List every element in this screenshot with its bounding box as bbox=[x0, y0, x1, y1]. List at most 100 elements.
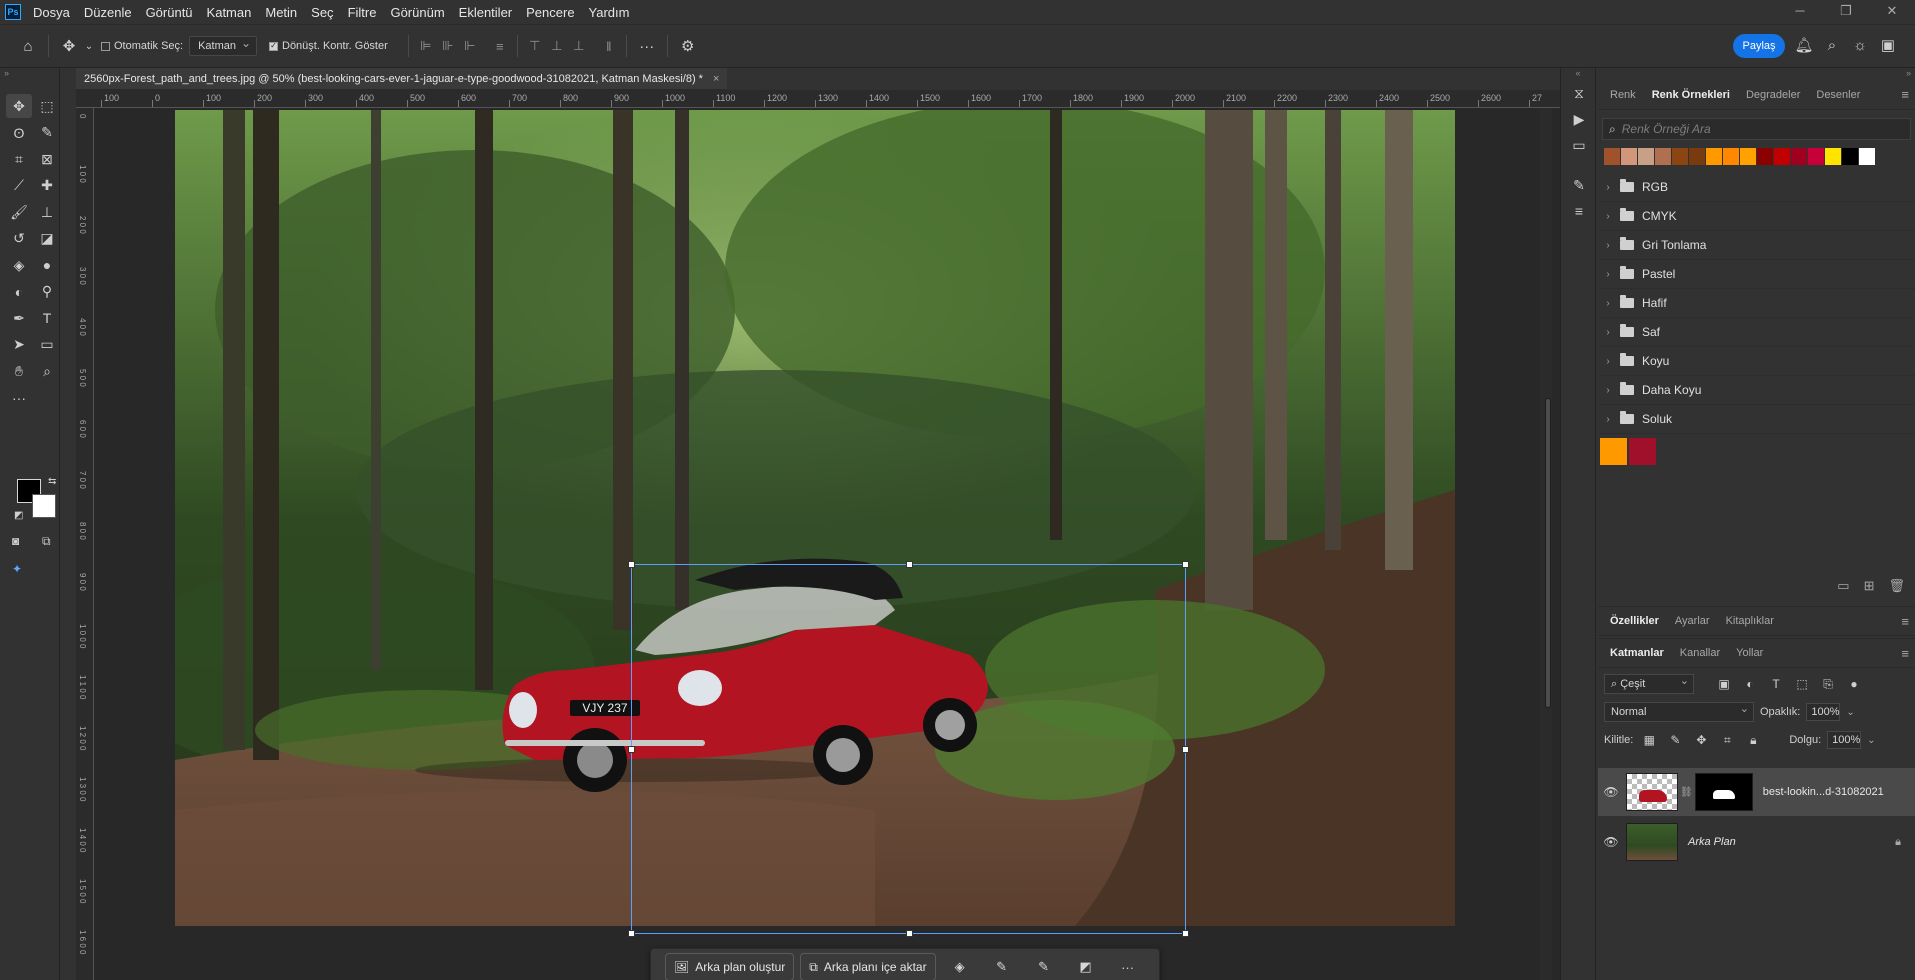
history-brush-icon[interactable]: ↺ bbox=[6, 227, 32, 251]
more-options-icon[interactable]: ··· bbox=[633, 32, 661, 60]
close-window-icon[interactable]: ✕ bbox=[1869, 0, 1915, 24]
swatch-group[interactable]: › RGB bbox=[1598, 173, 1915, 202]
color-swatch[interactable] bbox=[1740, 148, 1757, 165]
color-swatch[interactable] bbox=[1774, 148, 1791, 165]
layer-mask-thumbnail[interactable] bbox=[1694, 773, 1753, 811]
generate-background-button[interactable]: 🖼︎ Arka plan oluştur bbox=[665, 953, 795, 980]
menu-goruntu[interactable]: Görüntü bbox=[139, 5, 200, 20]
vertical-ruler[interactable]: 0 1 0 0 2 0 0 3 0 0 4 0 0 5 0 0 6 0 0 7 0 0 8 0 … bbox=[76, 108, 94, 980]
color-swatch[interactable] bbox=[1808, 148, 1825, 165]
color-swatch[interactable] bbox=[1825, 148, 1842, 165]
checkbox-box-checked[interactable]: ✓ bbox=[269, 41, 278, 51]
comment-icon[interactable]: ▭ bbox=[1561, 132, 1597, 158]
panel-menu-icon[interactable]: ≡ bbox=[1901, 614, 1909, 629]
align-bottom-icon[interactable]: ⊥ bbox=[568, 35, 590, 57]
color-swatch[interactable] bbox=[1791, 148, 1808, 165]
mask-icon[interactable]: ◩ bbox=[1068, 953, 1104, 980]
pixel-filter-icon[interactable]: ▣ bbox=[1714, 677, 1734, 691]
chevron-down-icon[interactable]: ⌄ bbox=[1846, 707, 1854, 718]
document-tab[interactable]: 2560px-Forest_path_and_trees.jpg @ 50% (… bbox=[76, 68, 728, 90]
fill-bucket-icon[interactable]: ◈ bbox=[942, 953, 978, 980]
tab-ozellikler[interactable]: Özellikler bbox=[1602, 604, 1667, 638]
paint-bucket-icon[interactable]: ◈ bbox=[6, 253, 32, 277]
blend-mode-select[interactable]: Normal bbox=[1604, 700, 1754, 722]
lightbulb-icon[interactable]: ☼ bbox=[1847, 33, 1873, 59]
tab-ayarlar[interactable]: Ayarlar bbox=[1667, 604, 1718, 638]
transform-handle[interactable] bbox=[1182, 746, 1189, 753]
lock-artboard-icon[interactable]: ⌗ bbox=[1717, 733, 1737, 748]
more-tools-icon[interactable]: ··· bbox=[6, 386, 32, 410]
adjustments-icon[interactable]: ≡ bbox=[1561, 198, 1597, 224]
filter-toggle-icon[interactable]: ● bbox=[1844, 677, 1864, 691]
home-icon[interactable]: ⌂ bbox=[14, 32, 42, 60]
fill-input[interactable]: 100% bbox=[1827, 731, 1862, 749]
chevron-right-icon[interactable]: › bbox=[1598, 240, 1618, 251]
move-tool-icon[interactable]: ✥ bbox=[55, 32, 83, 60]
layer-thumbnail[interactable] bbox=[1626, 773, 1678, 811]
swatch-group[interactable]: › Daha Koyu bbox=[1598, 376, 1915, 405]
menu-katman[interactable]: Katman bbox=[200, 5, 259, 20]
color-swatch[interactable] bbox=[1638, 148, 1655, 165]
workspace-icon[interactable]: ▣ bbox=[1875, 33, 1901, 59]
chevron-down-icon[interactable]: ⌄ bbox=[1867, 735, 1875, 746]
share-button[interactable]: Paylaş bbox=[1733, 34, 1785, 58]
align-top-icon[interactable]: ⊤ bbox=[524, 35, 546, 57]
collapse-icon[interactable]: » bbox=[4, 68, 9, 78]
menu-yardim[interactable]: Yardım bbox=[582, 5, 637, 20]
color-swatch[interactable] bbox=[1689, 148, 1706, 165]
default-colors-icon[interactable]: ◩ bbox=[14, 510, 23, 521]
smart-object-filter-icon[interactable]: ⎘ bbox=[1818, 677, 1838, 692]
chevron-right-icon[interactable]: › bbox=[1598, 414, 1618, 425]
color-swatch[interactable] bbox=[1600, 438, 1627, 465]
horizontal-ruler[interactable]: 100 0 100 200 300 400 500 600 700 800 900 1000 1100 1… bbox=[76, 90, 1572, 108]
more-icon[interactable]: ··· bbox=[1110, 953, 1146, 980]
layer-name[interactable]: Arka Plan bbox=[1688, 836, 1736, 848]
checkbox-box[interactable] bbox=[101, 41, 110, 51]
eye-icon[interactable]: 👁︎ bbox=[1598, 835, 1624, 849]
transform-handle[interactable] bbox=[1182, 561, 1189, 568]
eye-icon[interactable]: 👁︎ bbox=[1598, 785, 1624, 799]
transform-handle[interactable] bbox=[906, 930, 913, 937]
canvas-area[interactable]: VJY 237 🖼︎ Arka plan oluştur ⧉ Arka plan… bbox=[94, 108, 1572, 980]
chevron-right-icon[interactable]: › bbox=[1598, 356, 1618, 367]
color-swatch[interactable] bbox=[1706, 148, 1723, 165]
history-icon[interactable]: ⧖ bbox=[1561, 80, 1597, 106]
swatch-group[interactable]: › CMYK bbox=[1598, 202, 1915, 231]
chevron-down-icon[interactable]: ⌄ bbox=[83, 32, 95, 60]
lasso-tool-icon[interactable]: ʘ bbox=[6, 121, 32, 145]
rectangle-tool-icon[interactable]: ▭ bbox=[34, 333, 60, 357]
menu-gorunum[interactable]: Görünüm bbox=[383, 5, 451, 20]
align-center-icon[interactable]: ⊪ bbox=[437, 35, 459, 57]
zoom-lens-icon[interactable]: ⚲ bbox=[34, 280, 60, 304]
new-group-icon[interactable]: ▭ bbox=[1837, 578, 1849, 594]
tab-kitapliklar[interactable]: Kitaplıklar bbox=[1718, 604, 1782, 638]
brush-minus-icon[interactable]: ✎ bbox=[984, 953, 1020, 980]
panel-menu-icon[interactable]: ≡ bbox=[1901, 87, 1909, 102]
new-swatch-icon[interactable]: ⊞ bbox=[1864, 578, 1875, 594]
swatch-group[interactable]: › Saf bbox=[1598, 318, 1915, 347]
layer-name[interactable]: best-lookin...d-31082021 bbox=[1763, 786, 1884, 798]
adjustment-filter-icon[interactable]: ◐ bbox=[1740, 677, 1760, 691]
swatch-search-input[interactable]: ⌕ Renk Örneği Ara bbox=[1602, 118, 1911, 140]
move-tool-icon[interactable]: ✥ bbox=[6, 94, 32, 118]
stamp-tool-icon[interactable]: ⊥ bbox=[34, 200, 60, 224]
trash-icon[interactable]: 🗑︎ bbox=[1888, 578, 1905, 594]
generative-icon[interactable]: ✦ bbox=[12, 562, 22, 576]
shape-filter-icon[interactable]: ⬚ bbox=[1792, 677, 1812, 691]
close-tab-icon[interactable]: × bbox=[713, 69, 719, 89]
chevron-right-icon[interactable]: › bbox=[1598, 269, 1618, 280]
chevron-right-icon[interactable]: › bbox=[1598, 327, 1618, 338]
swatch-group[interactable]: › Gri Tonlama bbox=[1598, 231, 1915, 260]
tab-desenler[interactable]: Desenler bbox=[1808, 78, 1868, 112]
menu-eklentiler[interactable]: Eklentiler bbox=[452, 5, 519, 20]
chevron-right-icon[interactable]: › bbox=[1598, 211, 1618, 222]
brush-tool-icon[interactable]: 🖌︎ bbox=[6, 200, 32, 224]
tab-kanallar[interactable]: Kanallar bbox=[1672, 636, 1728, 670]
lock-transparency-icon[interactable]: ▦ bbox=[1639, 733, 1659, 747]
zoom-tool-icon[interactable]: ⌕ bbox=[34, 359, 60, 383]
swap-colors-icon[interactable]: ⇆ bbox=[48, 476, 56, 487]
minimize-icon[interactable]: ─ bbox=[1777, 0, 1823, 24]
distribute-vertical-icon[interactable]: ‖ bbox=[598, 35, 620, 57]
tab-degradeler[interactable]: Degradeler bbox=[1738, 78, 1808, 112]
show-transform-controls-checkbox[interactable]: ✓ Dönüşt. Kontr. Göster bbox=[269, 40, 388, 52]
